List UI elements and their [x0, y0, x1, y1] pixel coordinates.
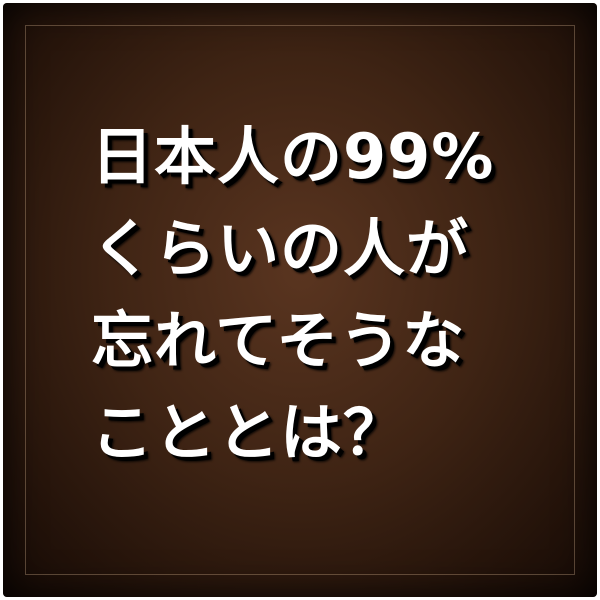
headline-line-1: 日本人の99% — [91, 120, 495, 193]
headline-text: 日本人の99% くらいの人が 忘れてそうな こととは？ — [91, 111, 531, 479]
headline-line-4: こととは？ — [91, 396, 407, 469]
headline-line-3: 忘れてそうな — [91, 304, 466, 377]
headline-line-2: くらいの人が — [91, 212, 470, 285]
background-card: 日本人の99% くらいの人が 忘れてそうな こととは？ — [3, 3, 597, 597]
